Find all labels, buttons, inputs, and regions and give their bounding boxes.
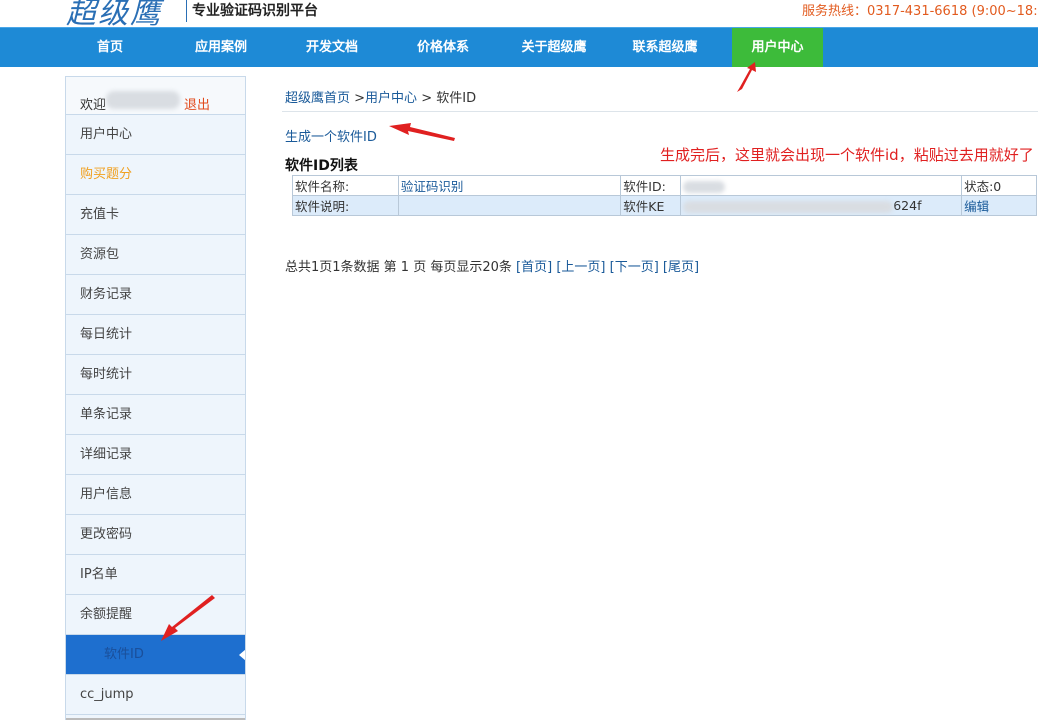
sidebar-item-single-records[interactable]: 单条记录 [66,395,245,435]
annotation-note: 生成完后，这里就会出现一个软件id，粘贴过去用就好了 [660,146,1034,164]
id-label: 软件ID: [620,175,682,196]
edit-cell[interactable]: 编辑 [961,195,1037,216]
breadcrumb-divider [282,111,1038,112]
pagination-last[interactable]: [尾页] [663,260,699,275]
logout-link[interactable]: 退出 [184,94,210,113]
sidebar-item-finance-records[interactable]: 财务记录 [66,275,245,315]
nav-home[interactable]: 首页 [72,28,148,67]
logo-divider [186,0,187,22]
sidebar-item-resource-pack[interactable]: 资源包 [66,235,245,275]
nav-pricing[interactable]: 价格体系 [404,28,482,67]
sidebar-item-user-center[interactable]: 用户中心 [66,115,245,155]
desc-label: 软件说明: [292,195,399,216]
sidebar-item-balance-alert[interactable]: 余额提醒 [66,595,245,635]
pagination-next[interactable]: [下一页] [610,260,659,275]
sidebar-item-software-id[interactable]: 软件ID [66,635,245,675]
sidebar-item-hourly-stats[interactable]: 每时统计 [66,355,245,395]
nav-about[interactable]: 关于超级鹰 [510,28,598,67]
software-id-table: 软件名称: 验证码识别 软件ID: 状态:0 软件说明: 软件KE 624f 编… [292,175,1037,216]
software-key-value: 624f [680,195,963,216]
sidebar-item-software-id-label: 软件ID [104,647,144,662]
sidebar-item-buy-points[interactable]: 购买题分 [66,155,245,195]
name-label: 软件名称: [292,175,399,196]
status-value: 状态:0 [961,175,1037,196]
sidebar-item-change-password[interactable]: 更改密码 [66,515,245,555]
nav-docs[interactable]: 开发文档 [293,28,371,67]
nav-cases[interactable]: 应用案例 [182,28,260,67]
pagination-prev[interactable]: [上一页] [556,260,605,275]
welcome-bar: 欢迎 退出 [66,77,245,115]
table-row: 软件名称: 验证码识别 软件ID: 状态:0 [292,175,1037,196]
breadcrumb-current: 软件ID [436,91,477,106]
breadcrumb-sep: > [350,91,366,106]
service-hotline: 服务热线：0317-431-6618 (9:00~18:00) [802,4,1038,19]
nav-contact[interactable]: 联系超级鹰 [621,28,709,67]
software-key-tail: 624f [893,198,922,213]
pagination-summary: 总共1页1条数据 第 1 页 每页显示20条 [285,260,517,275]
breadcrumb-home[interactable]: 超级鹰首页 [285,91,350,106]
breadcrumb-user-center[interactable]: 用户中心 [365,91,417,106]
sidebar-item-cc-jump[interactable]: cc_jump [66,675,245,715]
generate-software-id-link[interactable]: 生成一个软件ID [285,126,377,145]
sidebar-item-user-info[interactable]: 用户信息 [66,475,245,515]
software-id-redacted [683,180,726,193]
desc-value [397,195,622,216]
software-key-redacted [683,200,894,213]
sidebar-item-detail-records[interactable]: 详细记录 [66,435,245,475]
arrow-to-generate-link [389,123,455,141]
welcome-label: 欢迎 [80,98,107,113]
site-tagline: 专业验证码识别平台 [192,3,318,19]
breadcrumb: 超级鹰首页 >用户中心 > 软件ID [285,87,476,106]
pagination: 总共1页1条数据 第 1 页 每页显示20条 [首页] [上一页] [下一页] … [285,256,699,275]
active-caret-icon [239,649,245,661]
sidebar-item-daily-stats[interactable]: 每日统计 [66,315,245,355]
software-name-link[interactable]: 验证码识别 [401,179,464,194]
key-label: 软件KE [620,195,682,216]
sidebar: 欢迎 退出 用户中心 购买题分 充值卡 资源包 财务记录 每日统计 每时统计 单… [65,76,246,720]
pagination-first[interactable]: [首页] [516,260,552,275]
name-value[interactable]: 验证码识别 [397,175,622,196]
site-header: 超级鹰 专业验证码识别平台 服务热线：0317-431-6618 (9:00~1… [0,0,1038,31]
sidebar-item-recharge-card[interactable]: 充值卡 [66,195,245,235]
edit-link[interactable]: 编辑 [964,199,989,214]
username-redacted [106,91,180,109]
nav-user-center[interactable]: 用户中心 [732,28,823,67]
table-row: 软件说明: 软件KE 624f 编辑 [292,195,1037,216]
sidebar-item-ip-list[interactable]: IP名单 [66,555,245,595]
main-nav: 首页 应用案例 开发文档 价格体系 关于超级鹰 联系超级鹰 用户中心 [0,27,1038,67]
software-id-value [680,175,963,196]
software-id-list-title: 软件ID列表 [285,158,358,174]
breadcrumb-sep: > [417,91,437,106]
